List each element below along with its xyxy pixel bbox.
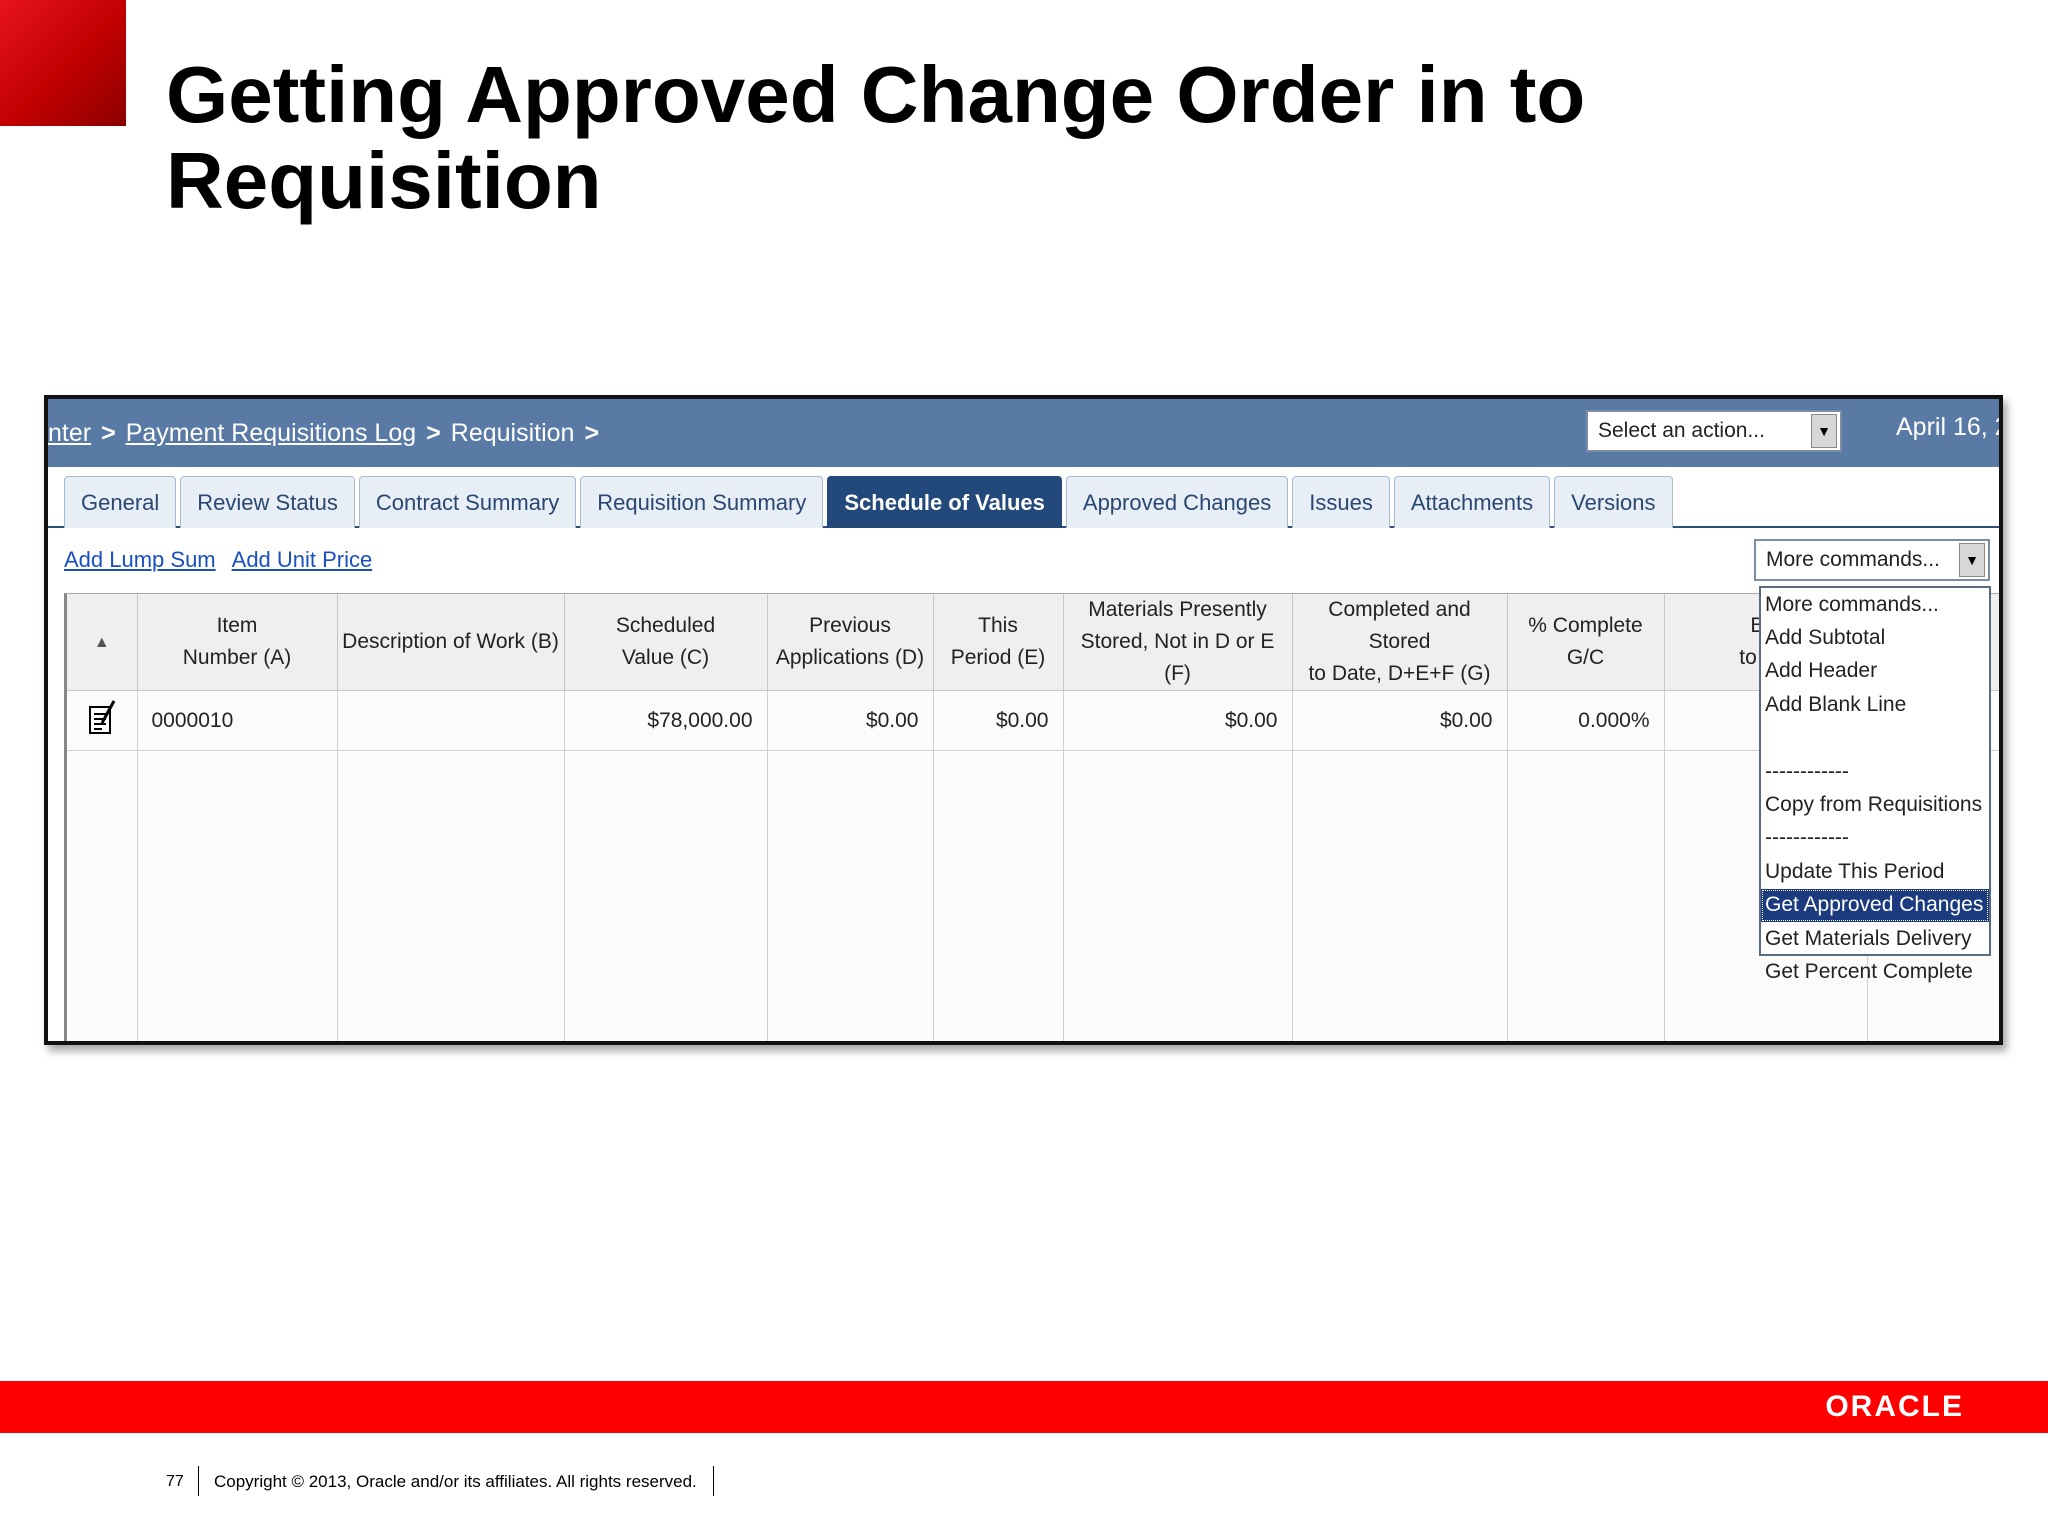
tab-issues[interactable]: Issues bbox=[1292, 476, 1390, 528]
cell-percent-complete: 0.000% bbox=[1507, 690, 1665, 751]
copyright-text: Copyright © 2013, Oracle and/or its affi… bbox=[214, 1472, 697, 1491]
tab-review-status[interactable]: Review Status bbox=[180, 476, 355, 528]
column-header-line: Completed and Stored bbox=[1328, 598, 1471, 653]
dropdown-option-blank[interactable] bbox=[1761, 722, 1989, 755]
table-header-row: ▲ Item Number (A) Description of Work (B)… bbox=[67, 594, 1999, 691]
breadcrumb-item-payment-requisitions-log[interactable]: Payment Requisitions Log bbox=[126, 419, 416, 448]
tab-attachments[interactable]: Attachments bbox=[1393, 476, 1551, 528]
column-header-completed-stored[interactable]: Completed and Stored to Date, D+E+F (G) bbox=[1292, 594, 1508, 691]
edit-cell[interactable] bbox=[67, 690, 138, 751]
tab-schedule-of-values[interactable]: Schedule of Values bbox=[827, 476, 1062, 528]
slide-title: Getting Approved Change Order in to Requ… bbox=[166, 50, 1586, 225]
column-header-line: Materials Presently bbox=[1088, 598, 1267, 621]
footer-divider bbox=[713, 1466, 714, 1496]
dropdown-option-more-commands[interactable]: More commands... bbox=[1761, 588, 1989, 621]
cell-materials-stored: $0.00 bbox=[1063, 690, 1293, 751]
top-bar: nter > Payment Requisitions Log > Requis… bbox=[48, 399, 1999, 467]
sort-column-header[interactable]: ▲ bbox=[67, 594, 138, 691]
dropdown-option-get-materials-delivery[interactable]: Get Materials Delivery bbox=[1761, 922, 1989, 955]
more-commands-select[interactable]: More commands... ▼ bbox=[1754, 539, 1990, 581]
edit-icon[interactable] bbox=[88, 699, 116, 737]
tab-approved-changes[interactable]: Approved Changes bbox=[1065, 476, 1289, 528]
column-header-line: Applications (D) bbox=[775, 646, 925, 669]
cell-description bbox=[337, 690, 565, 751]
table-row[interactable]: 0000010 $78,000.00 $0.00 $0.00 $0.00 $0.… bbox=[67, 690, 1999, 751]
breadcrumb-separator: > bbox=[101, 418, 116, 447]
more-commands-value: More commands... bbox=[1766, 548, 1940, 571]
tab-requisition-summary[interactable]: Requisition Summary bbox=[580, 476, 824, 528]
column-header-line: Scheduled bbox=[615, 614, 716, 637]
breadcrumb: nter > Payment Requisitions Log > Requis… bbox=[48, 399, 609, 467]
column-header-materials-stored[interactable]: Materials Presently Stored, Not in D or E… bbox=[1063, 594, 1293, 691]
sort-triangle-up-icon[interactable]: ▲ bbox=[94, 634, 110, 651]
tab-bar: General Review Status Contract Summary R… bbox=[48, 467, 1999, 528]
more-commands-dropdown: More commands... Add Subtotal Add Header… bbox=[1759, 586, 1991, 983]
tab-versions[interactable]: Versions bbox=[1554, 476, 1673, 528]
app-screenshot: nter > Payment Requisitions Log > Requis… bbox=[44, 395, 2003, 1045]
column-header-line: to Date, D+E+F (G) bbox=[1308, 662, 1491, 685]
column-header-line: Value (C) bbox=[621, 646, 710, 669]
cell-completed-stored: $0.00 bbox=[1292, 690, 1508, 751]
breadcrumb-separator: > bbox=[426, 418, 441, 447]
cell-this-period: $0.00 bbox=[933, 690, 1064, 751]
page-number: 77 bbox=[166, 1473, 184, 1490]
current-date: April 16, 20 bbox=[1896, 413, 1999, 441]
column-header-previous-applications[interactable]: Previous Applications (D) bbox=[767, 594, 934, 691]
dropdown-option-separator: ------------ bbox=[1765, 759, 1849, 783]
brand-square bbox=[0, 0, 126, 126]
column-header-item-number[interactable]: Item Number (A) bbox=[137, 594, 338, 691]
empty-table-area bbox=[67, 750, 1999, 1041]
column-header-line: Period (E) bbox=[950, 646, 1046, 669]
add-unit-price-link[interactable]: Add Unit Price bbox=[232, 547, 373, 573]
column-header-description[interactable]: Description of Work (B) bbox=[337, 594, 565, 691]
dropdown-option-separator: ------------ bbox=[1765, 826, 1849, 850]
cell-previous-applications: $0.00 bbox=[767, 690, 934, 751]
footer-divider bbox=[198, 1466, 199, 1496]
action-select-value: Select an action... bbox=[1598, 419, 1765, 442]
cell-scheduled-value: $78,000.00 bbox=[564, 690, 768, 751]
dropdown-option-update-this-period[interactable]: Update This Period bbox=[1761, 855, 1989, 888]
dropdown-option-add-subtotal[interactable]: Add Subtotal bbox=[1761, 621, 1989, 654]
column-header-line: Description of Work (B) bbox=[342, 630, 559, 653]
column-header-line: G/C bbox=[1566, 646, 1605, 669]
column-header-line: Item bbox=[216, 614, 258, 637]
oracle-logo: ORACLE bbox=[1825, 1390, 1964, 1423]
dropdown-option-add-header[interactable]: Add Header bbox=[1761, 655, 1989, 688]
chevron-down-icon[interactable]: ▼ bbox=[1811, 414, 1837, 448]
column-header-line: Stored, Not in D or E (F) bbox=[1080, 630, 1275, 685]
footer-red-bar: ORACLE bbox=[0, 1381, 2048, 1433]
column-header-this-period[interactable]: This Period (E) bbox=[933, 594, 1064, 691]
breadcrumb-separator: > bbox=[584, 418, 600, 447]
tab-contract-summary[interactable]: Contract Summary bbox=[358, 476, 577, 528]
tab-general[interactable]: General bbox=[64, 476, 177, 528]
dropdown-option-copy-from-requisitions[interactable]: Copy from Requisitions bbox=[1761, 788, 1989, 821]
column-header-line: This bbox=[978, 614, 1018, 637]
add-lump-sum-link[interactable]: Add Lump Sum bbox=[64, 547, 216, 573]
breadcrumb-item-requisition: Requisition bbox=[450, 418, 575, 447]
column-header-line: % Complete bbox=[1528, 614, 1643, 637]
schedule-of-values-table: ▲ Item Number (A) Description of Work (B)… bbox=[64, 593, 1999, 1041]
action-select[interactable]: Select an action... ▼ bbox=[1586, 410, 1842, 452]
column-header-scheduled-value[interactable]: Scheduled Value (C) bbox=[564, 594, 768, 691]
breadcrumb-item-center[interactable]: nter bbox=[48, 419, 91, 448]
dropdown-option-get-approved-changes[interactable]: Get Approved Changes bbox=[1761, 888, 1989, 922]
column-header-percent-complete[interactable]: % Complete G/C bbox=[1507, 594, 1665, 691]
column-header-line: Number (A) bbox=[182, 646, 292, 669]
dropdown-option-add-blank-line[interactable]: Add Blank Line bbox=[1761, 688, 1989, 721]
dropdown-option-get-percent-complete[interactable]: Get Percent Complete bbox=[1761, 955, 1989, 988]
cell-item-number: 0000010 bbox=[137, 690, 338, 751]
command-links: Add Lump Sum Add Unit Price bbox=[64, 547, 388, 573]
column-header-line: Previous bbox=[809, 614, 891, 637]
chevron-down-icon[interactable]: ▼ bbox=[1959, 543, 1985, 577]
